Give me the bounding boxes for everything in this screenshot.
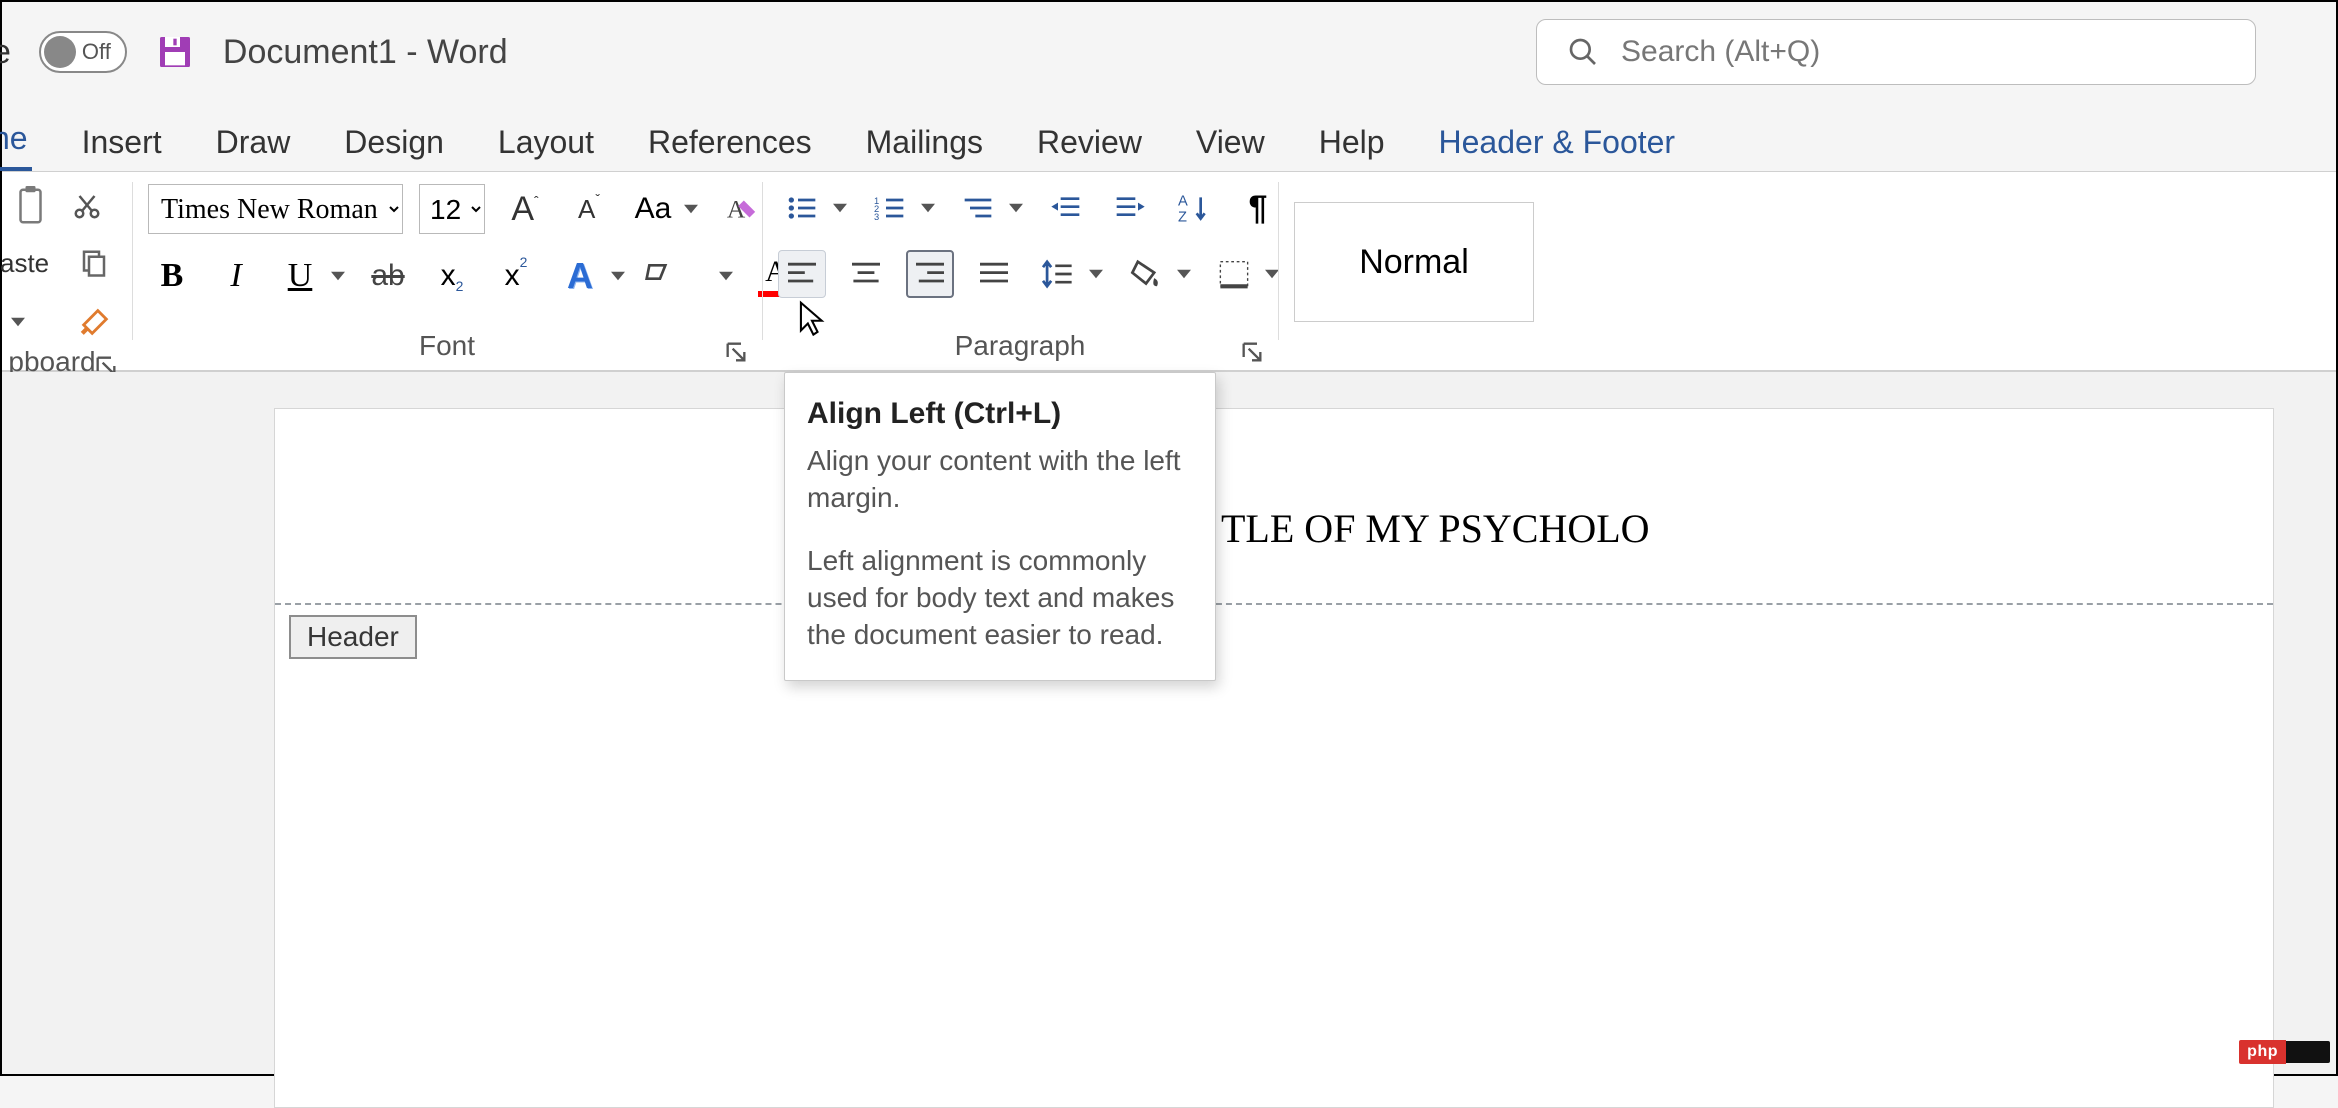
paragraph-launcher[interactable] xyxy=(1242,342,1262,362)
italic-button[interactable]: I xyxy=(212,252,260,300)
bullets-dropdown[interactable] xyxy=(830,184,850,232)
header-tag[interactable]: Header xyxy=(289,615,417,659)
shading-button[interactable] xyxy=(1122,250,1170,298)
search-placeholder: Search (Alt+Q) xyxy=(1621,35,1820,69)
paste-icon[interactable] xyxy=(18,184,48,228)
autosave-label-partial: e xyxy=(0,33,11,72)
toggle-knob xyxy=(44,36,76,68)
grow-font-button[interactable]: Aˆ xyxy=(501,185,549,233)
tooltip-align-left: Align Left (Ctrl+L) Align your content w… xyxy=(784,372,1216,681)
tooltip-title: Align Left (Ctrl+L) xyxy=(807,397,1189,431)
watermark-badge: php xyxy=(2239,1040,2330,1064)
justify-button[interactable] xyxy=(970,250,1018,298)
tab-view[interactable]: View xyxy=(1192,118,1269,171)
decrease-indent-button[interactable] xyxy=(1042,184,1090,232)
align-right-button[interactable] xyxy=(906,250,954,298)
group-font-label: Font xyxy=(419,330,475,362)
clear-formatting-button[interactable]: A xyxy=(717,185,765,233)
font-size-select[interactable]: 12 xyxy=(419,184,485,234)
numbering-button[interactable]: 123 xyxy=(866,184,914,232)
save-icon[interactable] xyxy=(155,32,195,72)
numbering-dropdown[interactable] xyxy=(918,184,938,232)
align-center-button[interactable] xyxy=(842,250,890,298)
document-title: Document1 - Word xyxy=(223,33,508,72)
tab-layout[interactable]: Layout xyxy=(494,118,598,171)
show-marks-button[interactable]: ¶ xyxy=(1234,184,1282,232)
tooltip-desc1: Align your content with the left margin. xyxy=(807,443,1189,517)
autosave-toggle[interactable]: Off xyxy=(39,31,127,73)
svg-text:A: A xyxy=(1178,193,1188,209)
svg-text:Z: Z xyxy=(1178,209,1187,224)
superscript-button[interactable]: x2 xyxy=(492,252,540,300)
subscript-button[interactable]: x2 xyxy=(428,252,476,300)
page[interactable]: TLE OF MY PSYCHOLO Header xyxy=(274,408,2274,1108)
bold-button[interactable]: B xyxy=(148,252,196,300)
highlight-dropdown[interactable] xyxy=(716,252,736,300)
line-spacing-dropdown[interactable] xyxy=(1086,250,1106,298)
multilevel-dropdown[interactable] xyxy=(1006,184,1026,232)
header-boundary xyxy=(275,603,2273,605)
tooltip-desc2: Left alignment is commonly used for body… xyxy=(807,543,1189,654)
text-effects-dropdown[interactable] xyxy=(608,252,628,300)
format-painter-icon[interactable] xyxy=(78,305,112,339)
shrink-font-button[interactable]: Aˇ xyxy=(565,185,613,233)
search-icon xyxy=(1567,36,1599,68)
tab-draw[interactable]: Draw xyxy=(212,118,295,171)
svg-text:3: 3 xyxy=(874,212,879,222)
line-spacing-button[interactable] xyxy=(1034,250,1082,298)
tab-review[interactable]: Review xyxy=(1033,118,1146,171)
bullets-button[interactable] xyxy=(778,184,826,232)
copy-icon[interactable] xyxy=(79,246,109,280)
font-name-select[interactable]: Times New Roman xyxy=(148,184,403,234)
tab-insert[interactable]: Insert xyxy=(78,118,166,171)
underline-dropdown[interactable] xyxy=(328,252,348,300)
search-input[interactable]: Search (Alt+Q) xyxy=(1536,19,2256,85)
tab-references[interactable]: References xyxy=(644,118,816,171)
text-effects-button[interactable]: A xyxy=(556,252,604,300)
group-styles: Normal xyxy=(1278,172,2336,370)
tab-mailings[interactable]: Mailings xyxy=(862,118,987,171)
increase-indent-button[interactable] xyxy=(1106,184,1154,232)
underline-button[interactable]: U xyxy=(276,252,324,300)
group-clipboard: aste pboard xyxy=(2,172,132,370)
borders-button[interactable] xyxy=(1210,250,1258,298)
autosave-state: Off xyxy=(82,39,111,65)
title-bar: e Off Document1 - Word Search (Alt+Q) xyxy=(2,2,2336,102)
tab-design[interactable]: Design xyxy=(340,118,448,171)
cut-icon[interactable] xyxy=(72,188,102,224)
align-left-button[interactable] xyxy=(778,250,826,298)
group-font: Times New Roman 12 Aˆ Aˇ Aa A B I U xyxy=(132,172,762,370)
shading-dropdown[interactable] xyxy=(1174,250,1194,298)
watermark-text: php xyxy=(2239,1040,2286,1064)
highlight-button[interactable] xyxy=(644,252,712,300)
document-heading[interactable]: TLE OF MY PSYCHOLO xyxy=(1221,505,1650,552)
group-paragraph-label: Paragraph xyxy=(955,330,1086,362)
change-case-button[interactable]: Aa xyxy=(629,185,677,233)
tab-help[interactable]: Help xyxy=(1315,118,1389,171)
tab-home[interactable]: ne xyxy=(0,114,32,171)
multilevel-button[interactable] xyxy=(954,184,1002,232)
tab-header-footer[interactable]: Header & Footer xyxy=(1435,118,1680,171)
change-case-dropdown[interactable] xyxy=(681,185,701,233)
highlight-swatch xyxy=(676,274,712,280)
ribbon: aste pboard Times New Roman 12 Aˆ xyxy=(2,172,2336,372)
font-launcher[interactable] xyxy=(726,342,746,362)
ribbon-tabs: ne Insert Draw Design Layout References … xyxy=(2,108,2336,172)
strike-button[interactable]: ab xyxy=(364,252,412,300)
paste-dropdown[interactable] xyxy=(8,298,28,346)
watermark-bar xyxy=(2286,1041,2330,1063)
paste-label-partial: aste xyxy=(0,248,49,279)
group-paragraph: 123 AZ ¶ Paragraph xyxy=(762,172,1278,370)
sort-button[interactable]: AZ xyxy=(1170,184,1218,232)
style-normal[interactable]: Normal xyxy=(1294,202,1534,322)
